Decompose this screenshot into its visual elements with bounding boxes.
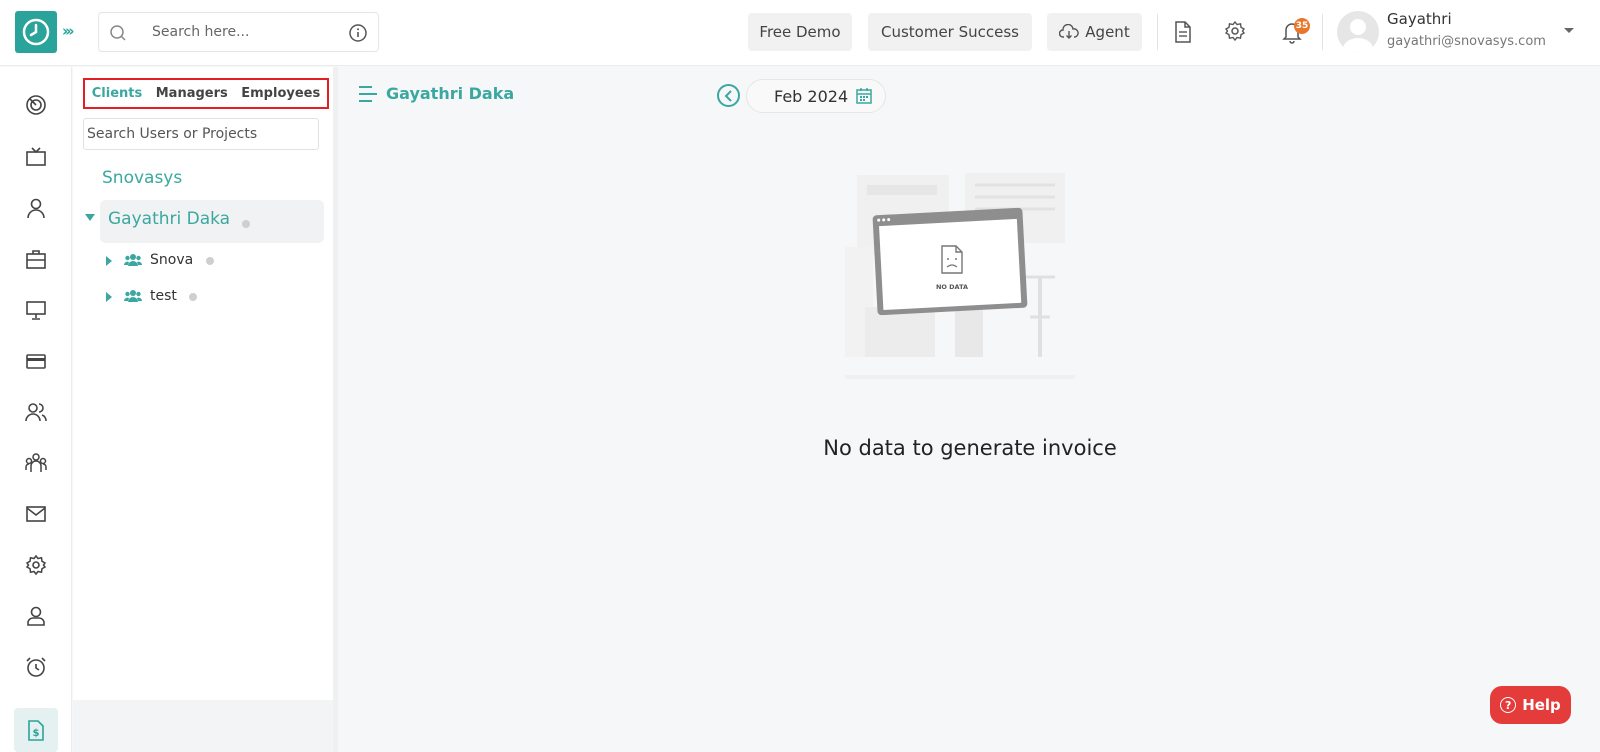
empty-state-message: No data to generate invoice <box>823 436 1117 460</box>
group-name[interactable]: Snova <box>150 252 193 268</box>
desktop-icon[interactable] <box>24 298 48 322</box>
free-demo-button[interactable]: Free Demo <box>748 13 852 51</box>
svg-text:$: $ <box>33 728 40 739</box>
tab-managers[interactable]: Managers <box>156 86 228 101</box>
search-icon <box>110 25 126 41</box>
chevron-left-icon <box>724 89 732 102</box>
caret-right-icon[interactable] <box>106 256 112 266</box>
global-search[interactable]: Search here... <box>98 12 379 52</box>
page-title: Gayathri Daka <box>386 84 515 103</box>
status-dot <box>189 293 197 301</box>
settings-gear-icon[interactable] <box>1224 20 1246 42</box>
notification-badge: 35 <box>1294 18 1310 34</box>
avatar[interactable] <box>1337 11 1379 53</box>
group-name[interactable]: test <box>150 288 177 304</box>
no-data-illustration: NO DATA <box>845 173 1075 379</box>
tab-clients[interactable]: Clients <box>92 86 142 101</box>
panel-footer <box>73 700 333 752</box>
profile-icon[interactable] <box>24 604 48 628</box>
panel-tabs: Clients Managers Employees <box>83 78 329 109</box>
left-nav-rail: $ <box>0 67 72 752</box>
month-picker[interactable]: Feb 2024 <box>746 79 886 113</box>
app-logo[interactable] <box>15 11 57 53</box>
monitor-tv-icon[interactable] <box>24 145 48 169</box>
agent-button[interactable]: Agent <box>1047 13 1142 51</box>
team-icon[interactable] <box>24 451 48 475</box>
organization-name[interactable]: Snovasys <box>102 168 182 188</box>
invoice-icon[interactable]: $ <box>24 718 48 742</box>
divider <box>1157 14 1158 50</box>
briefcase-icon[interactable] <box>24 247 48 271</box>
panel-resize-handle[interactable] <box>333 67 338 752</box>
chevron-down-icon[interactable] <box>1564 28 1574 33</box>
help-label: Help <box>1522 696 1561 714</box>
calendar-icon[interactable] <box>855 87 873 105</box>
previous-month-button[interactable] <box>717 84 740 107</box>
mail-icon[interactable] <box>24 502 48 526</box>
info-icon[interactable] <box>348 23 368 43</box>
cloud-download-icon <box>1059 24 1080 39</box>
user-avatar-icon <box>1343 19 1373 53</box>
users-icon[interactable] <box>24 400 48 424</box>
caret-right-icon[interactable] <box>106 292 112 302</box>
selected-user-name[interactable]: Gayathri Daka <box>108 209 230 229</box>
caret-down-icon[interactable] <box>85 214 95 221</box>
menu-lines-icon[interactable] <box>358 85 378 103</box>
user-email: gayathri@snovasys.com <box>1387 34 1546 49</box>
divider <box>1322 14 1323 50</box>
users-projects-search-input[interactable]: Search Users or Projects <box>83 118 319 150</box>
customer-success-button[interactable]: Customer Success <box>868 13 1032 51</box>
group-icon <box>124 254 142 266</box>
alarm-icon[interactable] <box>24 655 48 679</box>
help-button[interactable]: ? Help <box>1490 686 1571 724</box>
status-dot <box>242 220 250 228</box>
status-dot <box>206 257 214 265</box>
users-projects-panel: Clients Managers Employees Search Users … <box>73 67 333 700</box>
clock-logo-icon <box>22 18 50 46</box>
user-name[interactable]: Gayathri <box>1387 10 1452 28</box>
card-icon[interactable] <box>24 349 48 373</box>
tab-employees[interactable]: Employees <box>241 86 320 101</box>
user-icon[interactable] <box>24 196 48 220</box>
top-bar: ››› Search here... Free Demo Customer Su… <box>0 0 1600 66</box>
dashboard-icon[interactable] <box>24 93 48 117</box>
no-data-illustration-label: NO DATA <box>936 283 968 291</box>
expand-menu-icon[interactable]: ››› <box>62 22 74 40</box>
month-value: Feb 2024 <box>774 87 849 106</box>
question-icon: ? <box>1500 697 1517 713</box>
document-icon[interactable] <box>1172 20 1194 44</box>
settings-icon[interactable] <box>24 553 48 577</box>
group-icon <box>124 290 142 302</box>
search-input[interactable]: Search here... <box>152 24 249 40</box>
agent-label: Agent <box>1085 23 1130 41</box>
